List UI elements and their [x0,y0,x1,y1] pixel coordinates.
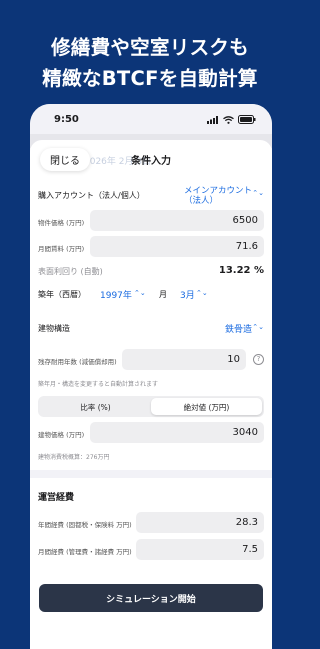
building-row: 建物価格 (万円) 3040 [38,422,264,444]
structure-label: 建物構造 [38,324,70,333]
headline-line-1: 修繕費や空室リスクも [50,36,249,59]
monthly-input[interactable]: 7.5 [136,539,264,560]
segment-absolute[interactable]: 絶対値 (万円) [151,398,262,415]
price-row: 物件価格 (万円) 6500 [38,210,264,232]
built-year-chevron-icon[interactable]: ⌃⌄ [134,289,146,297]
section-divider [30,470,272,478]
tax-note-row: 建物消費税概算：276万円 [38,452,264,462]
annual-row: 年間経費 (固都税・保険料 万円) 28.3 [38,512,264,534]
life-input[interactable]: 10 [122,349,246,370]
building-label: 建物価格 (万円) [38,431,85,439]
monthly-row: 月間経費 (管理費・諸経費 万円) 7.5 [38,539,264,561]
phone-screen: 9:50 2026年 2月 3日 閉じる 条件入力 購入アカウント（法人/個人）… [30,104,272,649]
yield-row: 表面利回り (自動) 13.22 % [38,265,264,279]
price-mode-segment: 比率 (%) 絶対値 (万円) [38,396,264,417]
structure-row: 建物構造 鉄骨造 ⌃⌄ [38,322,264,336]
status-time: 9:50 [54,114,79,125]
annual-label: 年間経費 (固都税・保険料 万円) [38,521,132,529]
help-icon[interactable]: ? [253,354,264,365]
rent-label: 月間賃料 (万円) [38,245,85,253]
tax-note: 建物消費税概算：276万円 [38,454,110,461]
annual-input[interactable]: 28.3 [136,512,264,533]
headline-line-2: 精緻なBTCFを自動計算 [42,67,258,90]
status-icons [207,115,256,124]
life-note-row: 築年月・構造を変更すると自動計算されます [38,379,264,389]
price-input[interactable]: 6500 [90,210,264,231]
account-select[interactable]: メインアカウント （法人） [184,186,252,206]
rent-input[interactable]: 71.6 [90,236,264,257]
building-input[interactable]: 3040 [90,422,264,443]
status-bar: 9:50 [30,104,272,134]
built-month-chevron-icon[interactable]: ⌃⌄ [196,289,208,297]
month-label: 月 [159,290,167,299]
opex-title: 運営経費 [38,493,75,503]
price-label: 物件価格 (万円) [38,219,85,227]
yield-value: 13.22 % [218,265,264,276]
structure-chevron-icon[interactable]: ⌃⌄ [252,323,264,331]
rent-row: 月間賃料 (万円) 71.6 [38,236,264,258]
yield-label: 表面利回り (自動) [38,267,103,276]
wifi-icon [223,115,234,124]
monthly-label: 月間経費 (管理費・諸経費 万円) [38,548,132,556]
battery-icon [238,115,256,124]
account-label: 購入アカウント（法人/個人） [38,191,145,200]
sheet-title: 条件入力 [131,156,171,167]
life-note: 築年月・構造を変更すると自動計算されます [38,381,159,388]
signal-icon [207,115,218,124]
account-row: 購入アカウント（法人/個人） メインアカウント （法人） ⌃⌄ [38,186,264,208]
built-year-select[interactable]: 1997年 [100,288,132,301]
built-month-select[interactable]: 3月 [180,288,195,301]
sheet-header: 2026年 2月 3日 閉じる 条件入力 [30,140,272,180]
structure-select[interactable]: 鉄骨造 [225,322,252,335]
life-label: 残存耐用年数 (減価償却用) [38,358,117,366]
account-chevron-icon[interactable]: ⌃⌄ [252,189,264,197]
start-simulation-button[interactable]: シミュレーション開始 [39,584,263,612]
built-label: 築年（西暦） [38,290,86,299]
built-row: 築年（西暦） 1997年 ⌃⌄ 月 3月 ⌃⌄ [38,288,264,302]
segment-ratio[interactable]: 比率 (%) [40,398,151,415]
opex-title-row: 運営経費 [38,490,264,504]
condition-sheet: 2026年 2月 3日 閉じる 条件入力 購入アカウント（法人/個人） メインア… [30,140,272,649]
promo-headline: 修繕費や空室リスクも 精緻なBTCFを自動計算 [0,32,300,94]
life-row: 残存耐用年数 (減価償却用) 10 ? [38,349,264,371]
